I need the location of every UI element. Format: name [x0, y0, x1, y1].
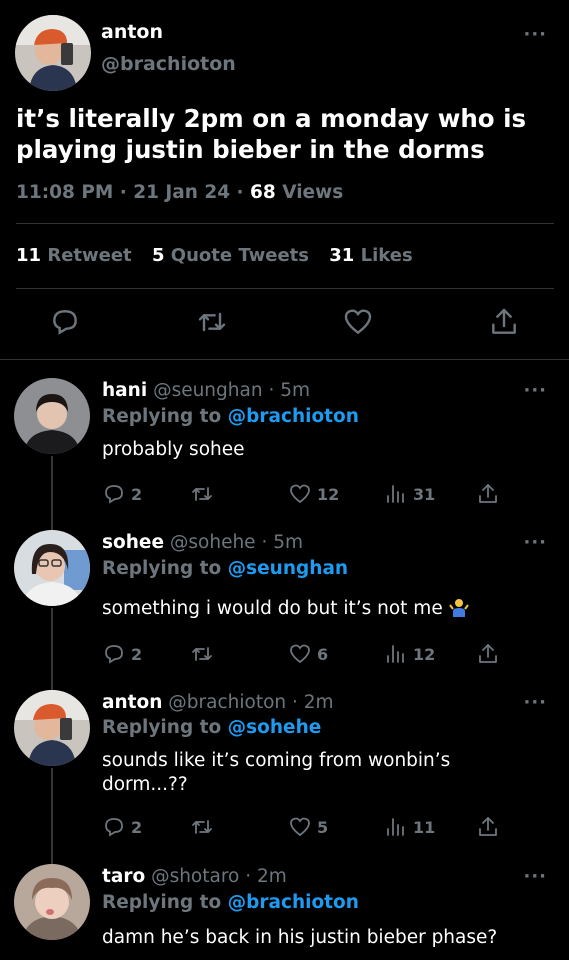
avatar[interactable]	[14, 530, 90, 606]
thread-line	[51, 522, 53, 530]
more-options-icon[interactable]: ···	[523, 24, 547, 45]
retweet-icon[interactable]	[190, 481, 214, 507]
more-options-icon[interactable]: ···	[523, 692, 547, 713]
retweet-icon[interactable]	[190, 641, 214, 667]
like-button[interactable]: 5	[288, 814, 328, 840]
tweet-meta: 11:08 PM · 21 Jan 24 · 68 Views	[16, 182, 343, 203]
reply-tweet[interactable]: anton @brachioton · 2m ··· Replying to @…	[0, 684, 569, 856]
views-button[interactable]: 12	[384, 641, 435, 667]
reply-author-handle[interactable]: @shotaro	[151, 866, 239, 887]
share-icon[interactable]	[488, 306, 520, 338]
reply-count: 2	[131, 644, 143, 664]
author-name[interactable]: anton	[101, 21, 163, 43]
like-label[interactable]: Likes	[361, 245, 413, 266]
avatar[interactable]	[14, 378, 90, 454]
reply-timestamp[interactable]: 5m	[280, 380, 310, 401]
retweet-count[interactable]: 11	[16, 245, 41, 266]
reply-header: sohee @sohehe · 5m	[102, 532, 304, 553]
reply-icon[interactable]	[49, 306, 81, 338]
reply-button[interactable]: 2	[102, 641, 142, 667]
like-count: 6	[317, 644, 329, 664]
reply-text: damn he’s back in his justin bieber phas…	[102, 927, 498, 948]
reply-tweet[interactable]: taro @shotaro · 2m ··· Replying to @brac…	[0, 856, 569, 960]
reply-tweet[interactable]: sohee @sohehe · 5m ··· Replying to @seun…	[0, 522, 569, 684]
reply-author-handle[interactable]: @brachioton	[168, 692, 286, 713]
reply-timestamp[interactable]: 2m	[257, 866, 287, 887]
reply-tweet[interactable]: hani @seunghan · 5m ··· Replying to @bra…	[0, 360, 569, 522]
like-button[interactable]: 6	[288, 641, 328, 667]
reply-author-name[interactable]: taro	[102, 866, 145, 887]
views-count: 31	[413, 484, 436, 504]
avatar[interactable]	[14, 690, 90, 766]
retweet-icon[interactable]	[196, 306, 228, 338]
more-options-icon[interactable]: ···	[523, 866, 547, 887]
views-count: 68	[250, 182, 276, 203]
reply-header: taro @shotaro · 2m	[102, 866, 287, 887]
replying-to-handle[interactable]: @brachioton	[228, 406, 359, 427]
avatar[interactable]	[14, 864, 90, 940]
retweet-label[interactable]: Retweet	[47, 245, 131, 266]
reply-header: hani @seunghan · 5m	[102, 380, 311, 401]
tweet-actions	[0, 306, 569, 340]
retweet-icon[interactable]	[190, 814, 214, 840]
replying-to: Replying to @brachioton	[102, 892, 359, 913]
reply-timestamp[interactable]: 2m	[304, 692, 334, 713]
more-options-icon[interactable]: ···	[523, 380, 547, 401]
replying-to-handle[interactable]: @brachioton	[228, 892, 359, 913]
tweet-timestamp[interactable]: 11:08 PM · 21 Jan 24 ·	[16, 182, 250, 203]
divider	[16, 223, 554, 224]
like-count: 12	[317, 484, 340, 504]
views-count: 12	[413, 644, 436, 664]
reply-actions: 2 5 11	[0, 814, 569, 840]
replying-to: Replying to @sohehe	[102, 717, 322, 738]
reply-author-handle[interactable]: @seunghan	[153, 380, 263, 401]
reply-count: 2	[131, 817, 143, 837]
reply-author-name[interactable]: sohee	[102, 532, 164, 553]
tweet-text: it’s literally 2pm on a monday who is pl…	[16, 104, 527, 164]
quote-label[interactable]: Quote Tweets	[171, 245, 309, 266]
author-handle[interactable]: @brachioton	[101, 53, 236, 75]
share-icon[interactable]	[476, 641, 500, 667]
replying-to: Replying to @brachioton	[102, 406, 359, 427]
thread-line	[51, 856, 53, 864]
reply-author-name[interactable]: hani	[102, 380, 147, 401]
views-button[interactable]: 11	[384, 814, 435, 840]
tweet-stats: 11 Retweet 5 Quote Tweets 31 Likes	[16, 245, 427, 266]
reply-actions: 2 6 12	[0, 641, 569, 667]
reply-text: something i would do but it’s not me	[102, 597, 542, 621]
divider	[16, 288, 554, 289]
reply-text: sounds like it’s coming from wonbin’s do…	[102, 750, 451, 795]
person-shrugging-emoji	[448, 597, 469, 617]
reply-text: probably sohee	[102, 439, 245, 460]
reply-button[interactable]: 2	[102, 814, 142, 840]
main-tweet: anton @brachioton ··· it’s literally 2pm…	[0, 0, 569, 360]
like-icon[interactable]	[342, 306, 374, 338]
like-button[interactable]: 12	[288, 481, 339, 507]
share-icon[interactable]	[476, 814, 500, 840]
like-count[interactable]: 31	[329, 245, 354, 266]
more-options-icon[interactable]: ···	[523, 532, 547, 553]
reply-actions: 2 12 31	[0, 481, 569, 507]
views-count: 11	[413, 817, 436, 837]
reply-timestamp[interactable]: 5m	[273, 532, 303, 553]
like-count: 5	[317, 817, 329, 837]
reply-author-handle[interactable]: @sohehe	[170, 532, 256, 553]
thread-line	[51, 768, 53, 856]
quote-count[interactable]: 5	[152, 245, 165, 266]
reply-count: 2	[131, 484, 143, 504]
replying-to-handle[interactable]: @sohehe	[228, 717, 322, 738]
views-label: Views	[275, 182, 344, 203]
reply-button[interactable]: 2	[102, 481, 142, 507]
reply-author-name[interactable]: anton	[102, 692, 162, 713]
views-button[interactable]: 31	[384, 481, 435, 507]
replying-to: Replying to @seunghan	[102, 558, 349, 579]
reply-header: anton @brachioton · 2m	[102, 692, 334, 713]
share-icon[interactable]	[476, 481, 500, 507]
avatar[interactable]	[15, 15, 91, 91]
replying-to-handle[interactable]: @seunghan	[228, 558, 348, 579]
